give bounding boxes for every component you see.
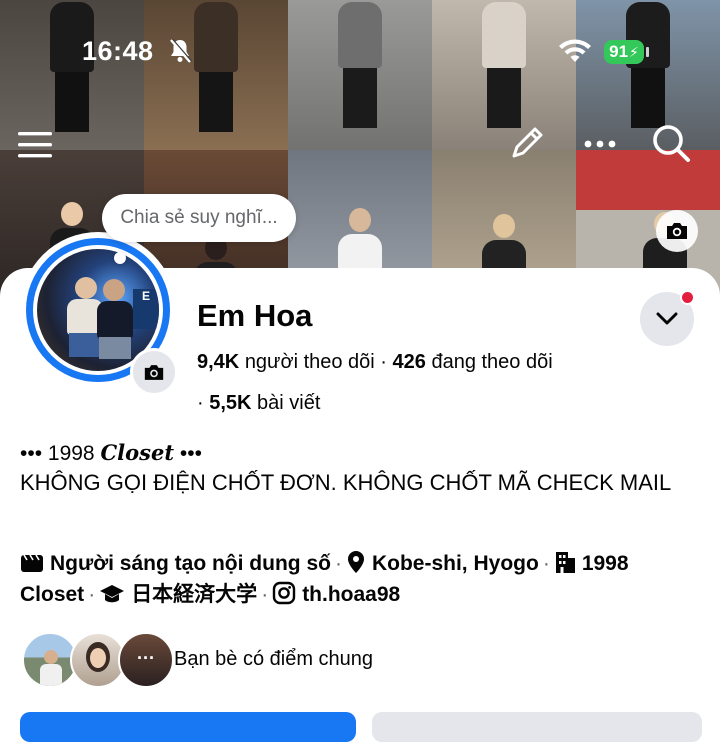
bio-suffix: ••• [179,442,202,465]
detail-separator: · [88,583,96,606]
camera-icon [667,223,687,239]
secondary-action-button[interactable] [372,712,702,742]
camera-icon [144,364,164,380]
post-stats: · 5,5K bài viết [197,392,320,415]
bio-script-word: Closet [100,440,175,465]
mutual-friends-label[interactable]: Bạn bè có điểm chung [174,648,373,671]
bio-line-2: KHÔNG GỌI ĐIỆN CHỐT ĐƠN. KHÔNG CHỐT MÃ C… [20,470,672,495]
building-icon [555,552,575,573]
more-icon[interactable] [580,126,620,160]
detail-instagram[interactable]: th.hoaa98 [302,583,400,606]
following-count[interactable]: 426 [393,351,426,373]
detail-separator: · [542,552,550,575]
stats-separator: · [380,351,393,373]
detail-category: Người sáng tạo nội dung số [50,552,331,575]
profile-name: Em Hoa [197,298,313,333]
menu-icon[interactable] [18,128,54,162]
thought-bubble[interactable]: Chia sẻ suy nghĩ... [102,194,296,242]
detail-location[interactable]: Kobe-shi, Hyogo [372,552,539,575]
primary-action-button[interactable] [20,712,356,742]
avatar-camera-button[interactable] [130,348,178,396]
bio-line-1: ••• 1998 Closet ••• [20,440,202,466]
detail-separator: · [334,552,342,575]
edit-pencil-icon[interactable] [508,124,546,162]
location-pin-icon [347,551,364,573]
instagram-icon [272,581,296,605]
followers-label[interactable]: người theo dõi [245,351,375,373]
profile-details: Người sáng tạo nội dung số · Kobe-shi, Hy… [20,548,710,610]
status-time: 16:48 [82,36,154,66]
friend-avatar-more: ··· [118,632,174,688]
detail-separator: · [261,583,269,606]
search-icon[interactable] [650,122,692,164]
wifi-icon [559,39,591,62]
chevron-down-icon [656,312,678,325]
graduation-cap-icon [100,585,125,603]
posts-label: bài viết [257,392,321,414]
followers-count[interactable]: 9,4K [197,351,239,373]
stats-separator: · [197,392,204,414]
mutual-friends-avatars[interactable]: ··· [22,632,182,688]
battery-level: 91 [609,42,629,61]
battery-cap [646,47,649,57]
thought-placeholder: Chia sẻ suy nghĩ... [120,207,278,228]
status-bar: 16:48 91 ⚡ [0,0,720,100]
bell-slash-icon [170,38,192,63]
detail-education[interactable]: 日本経済大学 [131,583,257,606]
bio-prefix: ••• 1998 [20,442,95,465]
posts-count: 5,5K [209,392,252,414]
thought-bubble-tail [114,252,126,264]
notification-dot [680,290,695,305]
cover-camera-button[interactable] [656,210,698,252]
follow-stats: 9,4K người theo dõi · 426 đang theo dõi [197,351,553,374]
following-label[interactable]: đang theo dõi [431,351,552,373]
charging-icon: ⚡ [629,43,639,60]
clapperboard-icon [21,554,43,572]
battery-indicator: 91 ⚡ [604,40,644,64]
more-icon: ··· [137,648,155,668]
